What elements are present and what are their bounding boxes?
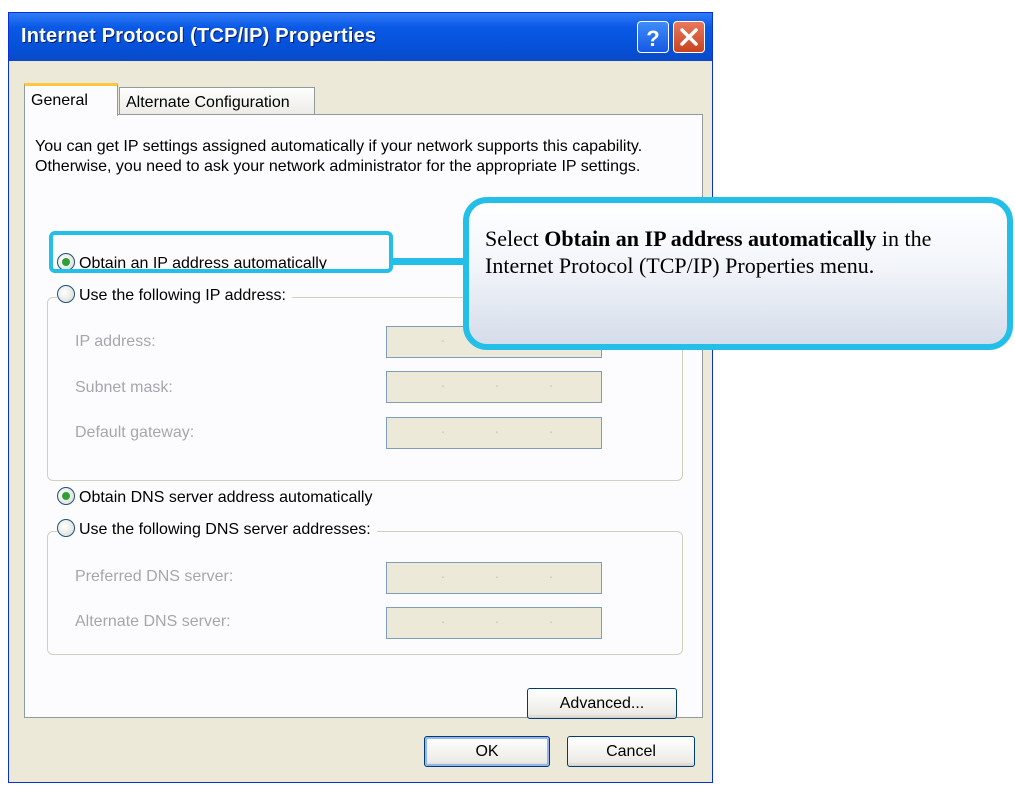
window-title: Internet Protocol (TCP/IP) Properties — [21, 25, 377, 47]
subnet-mask-label: Subnet mask: — [75, 379, 173, 396]
callout-box: Select Obtain an IP address automaticall… — [463, 197, 1013, 350]
title-bar[interactable]: Internet Protocol (TCP/IP) Properties ? — [9, 13, 712, 61]
description-text: You can get IP settings assigned automat… — [35, 138, 643, 175]
default-gateway-label: Default gateway: — [75, 424, 195, 441]
ip-address-label: IP address: — [75, 333, 156, 350]
ok-button[interactable]: OK — [424, 736, 550, 767]
help-icon: ? — [646, 26, 659, 51]
subnet-mask-field[interactable] — [386, 371, 602, 403]
radio-button-icon — [57, 519, 75, 537]
radio-label: Use the following IP address: — [79, 287, 286, 304]
tcpip-properties-dialog: Internet Protocol (TCP/IP) Properties ? … — [8, 12, 713, 783]
radio-use-following-ip[interactable]: Use the following IP address: — [57, 285, 292, 305]
close-button[interactable] — [673, 21, 705, 53]
radio-label: Obtain DNS server address automatically — [79, 489, 373, 506]
alternate-dns-label: Alternate DNS server: — [75, 613, 231, 630]
callout-prefix: Select — [485, 226, 545, 251]
radio-button-icon — [57, 285, 75, 303]
cancel-button[interactable]: Cancel — [567, 736, 695, 767]
highlight-box — [49, 231, 393, 273]
close-icon — [680, 28, 698, 46]
alternate-dns-field[interactable] — [386, 607, 602, 639]
preferred-dns-label: Preferred DNS server: — [75, 568, 234, 585]
radio-obtain-dns-automatically[interactable]: Obtain DNS server address automatically — [57, 487, 372, 507]
radio-use-following-dns[interactable]: Use the following DNS server addresses: — [57, 519, 377, 539]
tab-alternate-configuration[interactable]: Alternate Configuration — [119, 87, 315, 115]
callout-bold-text: Obtain an IP address automatically — [544, 226, 877, 251]
radio-label: Use the following DNS server addresses: — [79, 521, 371, 538]
radio-button-icon — [57, 487, 75, 505]
help-button[interactable]: ? — [637, 21, 669, 53]
svg-text:?: ? — [646, 26, 659, 51]
callout-connector — [393, 258, 468, 265]
preferred-dns-field[interactable] — [386, 562, 602, 594]
default-gateway-field[interactable] — [386, 417, 602, 449]
advanced-button[interactable]: Advanced... — [527, 688, 677, 719]
tab-general[interactable]: General — [24, 83, 118, 116]
